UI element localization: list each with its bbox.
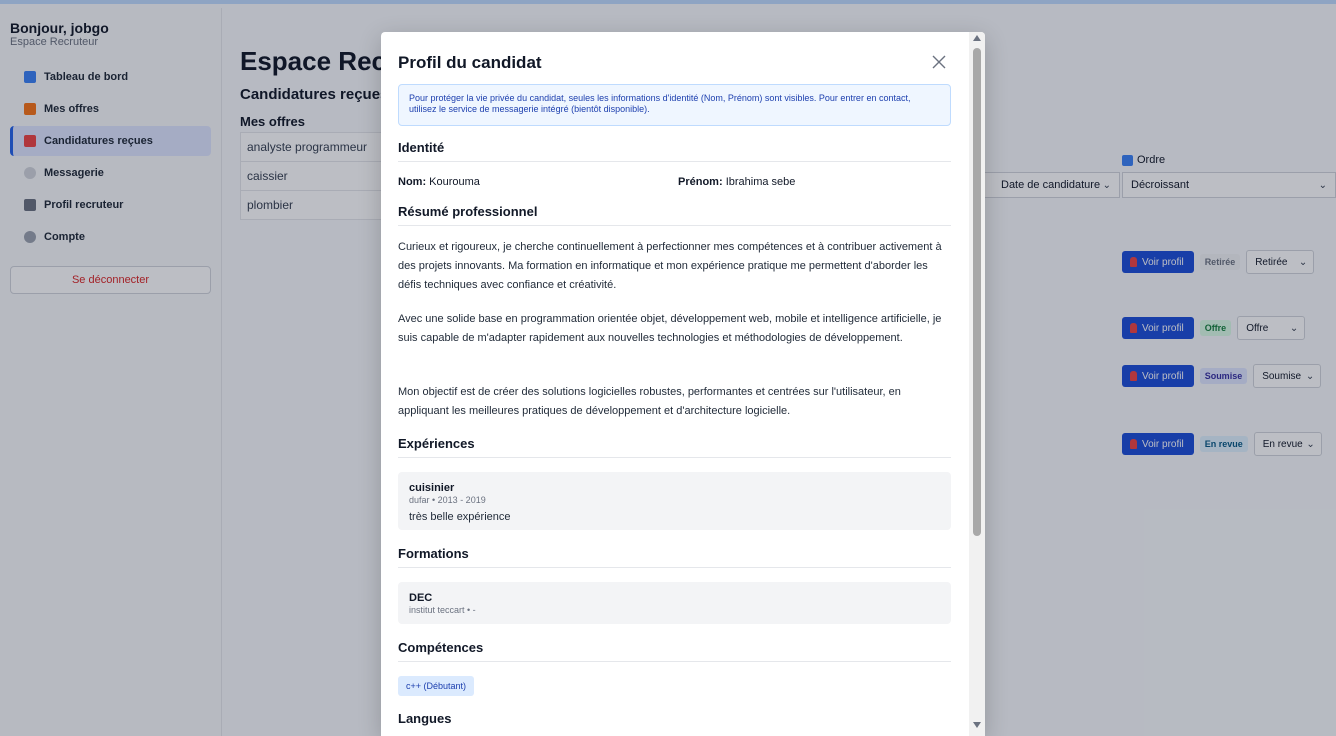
- section-heading-experiences: Expériences: [398, 436, 951, 458]
- section-heading-identity: Identité: [398, 140, 951, 162]
- skill-chip: c++ (Débutant): [398, 676, 475, 696]
- identity-first-name: Prénom: Ibrahima sebe: [678, 176, 796, 188]
- privacy-notice: Pour protéger la vie privée du candidat,…: [398, 84, 951, 126]
- summary-paragraph: Avec une solide base en programmation or…: [398, 313, 942, 344]
- formation-meta: institut teccart • -: [409, 605, 476, 615]
- identity-last-name: Nom: Kourouma: [398, 176, 480, 188]
- section-heading-languages: Langues: [398, 711, 452, 726]
- modal-scrollbar[interactable]: [969, 32, 985, 736]
- experience-meta: dufar • 2013 - 2019: [409, 495, 486, 505]
- experience-title: cuisinier: [409, 482, 455, 494]
- summary-paragraph: Curieux et rigoureux, je cherche continu…: [398, 241, 942, 291]
- section-heading-skills: Compétences: [398, 640, 951, 662]
- summary-paragraph: Mon objectif est de créer des solutions …: [398, 386, 901, 417]
- candidate-profile-modal: Profil du candidat Pour protéger la vie …: [381, 32, 985, 736]
- scroll-down-arrow-icon[interactable]: [973, 722, 981, 728]
- formation-card: DEC institut teccart • -: [398, 582, 951, 624]
- experience-description: très belle expérience: [409, 511, 511, 523]
- formation-title: DEC: [409, 592, 433, 604]
- modal-body: Profil du candidat Pour protéger la vie …: [381, 32, 969, 736]
- section-heading-formations: Formations: [398, 546, 951, 568]
- modal-title: Profil du candidat: [398, 53, 542, 72]
- section-heading-summary: Résumé professionnel: [398, 204, 951, 226]
- close-icon[interactable]: [929, 52, 949, 72]
- scroll-up-arrow-icon[interactable]: [973, 35, 981, 41]
- experience-card: cuisinier dufar • 2013 - 2019 très belle…: [398, 472, 951, 530]
- scrollbar-thumb[interactable]: [973, 48, 981, 536]
